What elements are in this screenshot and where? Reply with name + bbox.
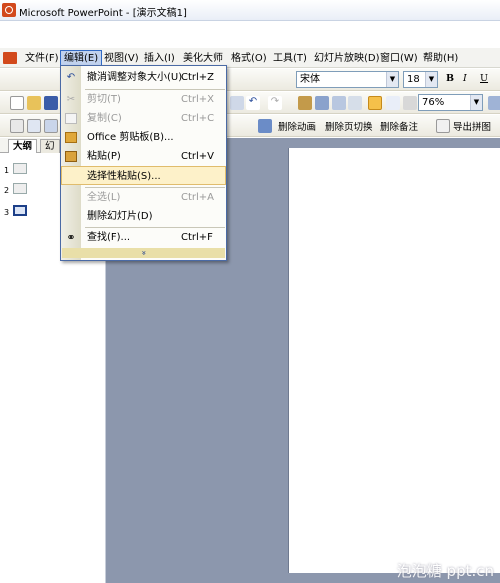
slide-number: 2 [4, 186, 10, 195]
zoom-value: 76% [422, 97, 445, 108]
window-title: Microsoft PowerPoint - [演示文稿1] [19, 8, 187, 19]
menu-help[interactable]: 帮助(H) [420, 51, 461, 66]
chevron-down-icon[interactable]: ▼ [386, 72, 398, 87]
slide-thumbnail-selected[interactable] [13, 205, 27, 216]
font-name-combo[interactable]: 宋体 ▼ [296, 71, 399, 88]
slide-layout-icon[interactable] [10, 119, 24, 133]
chevron-down-icon[interactable]: ▼ [425, 72, 437, 87]
insert-table-icon[interactable] [315, 96, 329, 110]
slide-number: 3 [4, 208, 10, 217]
slide-number: 1 [4, 166, 10, 175]
binoculars-icon: ⚭ [66, 231, 76, 244]
redo-icon[interactable]: ↷ [268, 96, 282, 110]
new-document-icon[interactable] [10, 96, 24, 110]
italic-button[interactable]: I [463, 73, 467, 84]
slide-design-icon[interactable] [27, 119, 41, 133]
underline-button[interactable]: U [480, 73, 488, 84]
menu-beautify-master[interactable]: 美化大师 [180, 51, 226, 66]
undo-icon[interactable]: ↶ [246, 96, 260, 110]
chevron-down-icon[interactable]: ▼ [470, 95, 482, 110]
title-gap [0, 21, 500, 48]
insert-picture-icon[interactable] [348, 96, 362, 110]
menu-item-delete-slide[interactable]: 删除幻灯片(D) [61, 207, 226, 226]
tab-outline[interactable]: 大纲 [8, 139, 38, 153]
help-icon[interactable] [488, 96, 500, 110]
menu-item-copy[interactable]: 复制(C) Ctrl+C [61, 109, 226, 128]
title-bar: Microsoft PowerPoint - [演示文稿1] [0, 0, 500, 21]
open-folder-icon[interactable] [27, 96, 41, 110]
document-icon[interactable] [3, 52, 17, 64]
tab-slides[interactable]: 幻 [40, 139, 60, 153]
export-image-button[interactable]: 导出拼图 [453, 119, 491, 133]
font-size-value: 18 [407, 74, 420, 85]
double-chevron-down-icon: » [139, 250, 149, 256]
export-icon[interactable] [436, 119, 450, 133]
paste-icon [65, 151, 77, 162]
menu-view[interactable]: 视图(V) [101, 51, 142, 66]
menu-file[interactable]: 文件(F) [22, 51, 62, 66]
slide-canvas[interactable] [288, 148, 500, 573]
font-name-value: 宋体 [300, 74, 320, 85]
delete-notes-button[interactable]: 删除备注 [380, 119, 418, 133]
tables-borders-icon[interactable] [332, 96, 346, 110]
edit-menu-dropdown: ↶ 撤消调整对象大小(U) Ctrl+Z ✂ 剪切(T) Ctrl+X 复制(C… [60, 65, 227, 261]
slide-thumbnail[interactable] [13, 163, 27, 174]
menu-format[interactable]: 格式(O) [228, 51, 270, 66]
menu-item-undo[interactable]: ↶ 撤消调整对象大小(U) Ctrl+Z [61, 68, 226, 87]
menu-item-paste[interactable]: 粘贴(P) Ctrl+V [61, 147, 226, 166]
undo-icon: ↶ [66, 72, 76, 83]
font-size-combo[interactable]: 18 ▼ [403, 71, 438, 88]
format-painter-icon[interactable] [230, 96, 244, 110]
menu-item-select-all[interactable]: 全选(L) Ctrl+A [61, 188, 226, 207]
delete-transition-button[interactable]: 删除页切换 [325, 119, 373, 133]
menu-window[interactable]: 窗口(W) [377, 51, 421, 66]
animation-icon[interactable] [258, 119, 272, 133]
menu-slideshow[interactable]: 幻灯片放映(D) [311, 51, 383, 66]
save-icon[interactable] [44, 96, 58, 110]
scissors-icon: ✂ [66, 94, 76, 105]
new-slide-icon[interactable] [44, 119, 58, 133]
show-formatting-icon[interactable] [386, 96, 400, 110]
zoom-combo[interactable]: 76% ▼ [418, 94, 483, 111]
menu-item-paste-special[interactable]: 选择性粘贴(S)... [61, 166, 226, 185]
menu-item-find[interactable]: ⚭ 查找(F)... Ctrl+F [61, 228, 226, 247]
expand-all-icon[interactable] [368, 96, 382, 110]
menu-tools[interactable]: 工具(T) [270, 51, 310, 66]
expand-menu-button[interactable]: » [62, 248, 225, 258]
insert-chart-icon[interactable] [298, 96, 312, 110]
copy-icon [65, 113, 77, 124]
menu-item-office-clipboard[interactable]: Office 剪贴板(B)... [61, 128, 226, 147]
menu-insert[interactable]: 插入(I) [141, 51, 178, 66]
slide-thumbnail[interactable] [13, 183, 27, 194]
watermark: 泡泡糖 ppt.cn [396, 562, 494, 580]
clipboard-icon [65, 132, 77, 143]
bold-button[interactable]: B [446, 73, 454, 84]
powerpoint-app-icon [2, 3, 16, 17]
menu-item-cut[interactable]: ✂ 剪切(T) Ctrl+X [61, 90, 226, 109]
delete-animation-button[interactable]: 删除动画 [278, 119, 316, 133]
grayscale-icon[interactable] [403, 96, 417, 110]
